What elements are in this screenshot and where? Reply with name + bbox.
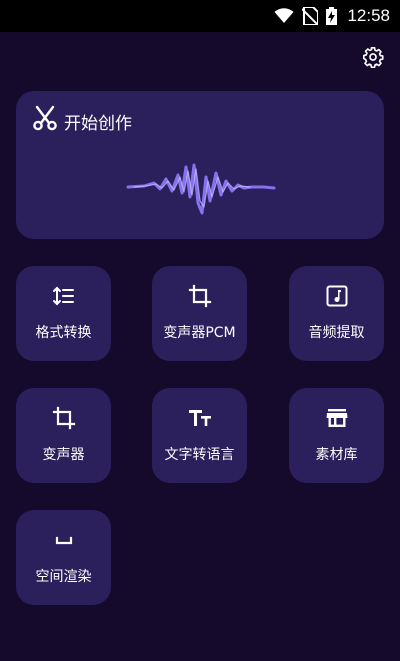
tile-label: 空间渲染 (35, 569, 92, 585)
crop-icon (188, 284, 211, 308)
tile-label: 变声器 (42, 447, 85, 463)
tile-label: 变声器PCM (163, 325, 236, 341)
tile-material-library[interactable]: 素材库 (289, 388, 384, 483)
tile-text-to-speech[interactable]: 文字转语言 (152, 388, 247, 483)
hero-title: 开始创作 (64, 114, 132, 134)
store-icon (326, 409, 347, 427)
tile-label: 音频提取 (308, 325, 365, 341)
battery-charging-icon (326, 7, 338, 25)
status-time: 12:58 (347, 6, 390, 25)
tile-voice-changer-pcm[interactable]: 变声器PCM (152, 266, 247, 361)
tile-label: 文字转语言 (164, 447, 235, 463)
waveform-graphic (126, 163, 276, 215)
settings-button[interactable] (361, 45, 385, 69)
tile-voice-changer[interactable]: 变声器 (16, 388, 111, 483)
scissors-icon (33, 105, 57, 131)
crop-icon (52, 406, 75, 430)
text-size-icon (188, 410, 211, 426)
status-bar: 12:58 (0, 0, 400, 32)
space-bar-icon (55, 536, 72, 545)
sort-lines-icon (52, 286, 74, 306)
status-icons: 12:58 (274, 0, 390, 32)
wifi-icon (274, 8, 294, 23)
gear-icon (363, 47, 384, 68)
tile-format-convert[interactable]: 格式转换 (16, 266, 111, 361)
tile-label: 格式转换 (35, 325, 92, 341)
music-note-icon (326, 285, 347, 307)
no-sim-icon (302, 7, 319, 25)
tile-label: 素材库 (315, 447, 358, 463)
tile-spatial-render[interactable]: 空间渲染 (16, 510, 111, 605)
tile-audio-extract[interactable]: 音频提取 (289, 266, 384, 361)
start-creation-card[interactable]: 开始创作 (16, 91, 384, 239)
